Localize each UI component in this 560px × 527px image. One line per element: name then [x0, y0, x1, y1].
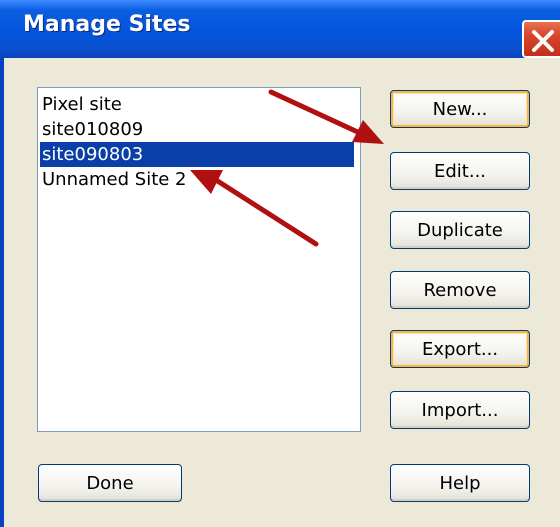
- done-button[interactable]: Done: [38, 464, 182, 502]
- list-item[interactable]: site010809: [40, 117, 143, 142]
- import-button[interactable]: Import...: [390, 391, 530, 429]
- window-frame: [0, 58, 4, 527]
- site-name: site090803: [42, 144, 144, 165]
- new-button[interactable]: New...: [390, 90, 530, 128]
- close-button[interactable]: [522, 20, 560, 58]
- edit-button[interactable]: Edit...: [390, 152, 530, 190]
- site-name: site010809: [42, 119, 144, 140]
- list-item[interactable]: Pixel site: [40, 92, 122, 117]
- site-list[interactable]: Pixel site site010809 site090803 Unnamed…: [37, 87, 361, 432]
- close-icon: [532, 30, 554, 52]
- window-title: Manage Sites: [23, 12, 191, 37]
- export-button[interactable]: Export...: [390, 330, 530, 368]
- remove-button[interactable]: Remove: [390, 271, 530, 309]
- list-item-selected[interactable]: site090803: [40, 142, 354, 167]
- title-bar[interactable]: Manage Sites: [0, 0, 560, 58]
- list-item[interactable]: Unnamed Site 2: [40, 167, 187, 192]
- site-name: Unnamed Site 2: [42, 169, 187, 190]
- site-name: Pixel site: [42, 94, 122, 115]
- duplicate-button[interactable]: Duplicate: [390, 211, 530, 249]
- help-button[interactable]: Help: [390, 464, 530, 502]
